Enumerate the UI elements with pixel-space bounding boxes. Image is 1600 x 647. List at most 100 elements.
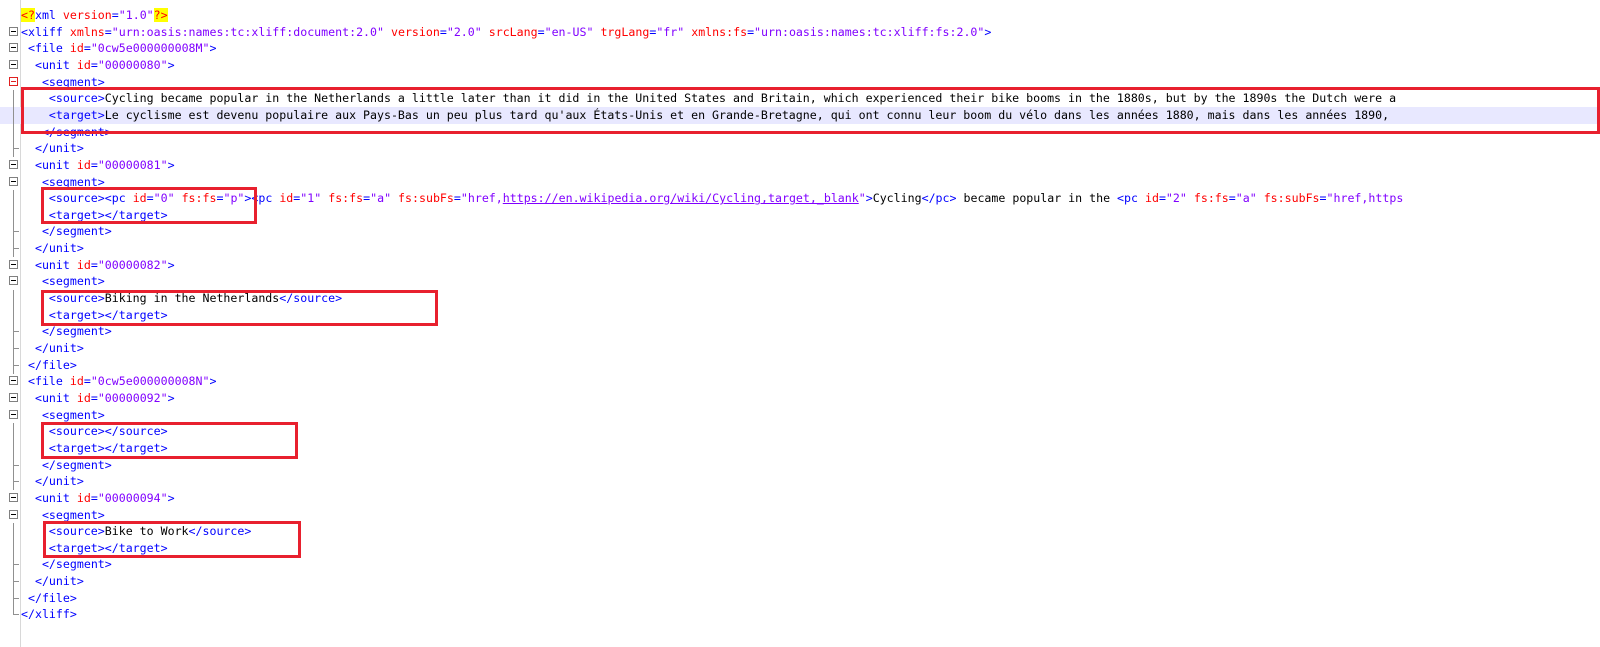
code-line[interactable]: <source>Biking in the Netherlands</sourc…	[0, 290, 1600, 308]
code-line[interactable]: </segment>	[0, 323, 1600, 341]
code-line[interactable]: <xliff xmlns="urn:oasis:names:tc:xliff:d…	[0, 24, 1600, 41]
fold-toggle-icon[interactable]	[9, 492, 18, 502]
fold-end-mark	[13, 348, 19, 349]
token: "00000082"	[97, 257, 168, 272]
code-line[interactable]: <target></target>	[0, 306, 1600, 324]
token: id	[132, 191, 147, 206]
token: "href,https	[1326, 191, 1404, 206]
code-line[interactable]: <?xml version="1.0"?>	[0, 7, 1600, 24]
token: >	[209, 41, 217, 56]
token: <target></target>	[48, 440, 168, 455]
code-line[interactable]: <unit id="00000092">	[0, 390, 1600, 407]
code-line[interactable]: <file id="0cw5e000000008N">	[0, 373, 1600, 390]
fold-toggle-icon[interactable]	[9, 26, 18, 36]
token: xml	[34, 8, 63, 22]
token: https://en.wikipedia.org/wiki/Cycling,ta…	[502, 191, 859, 206]
code-line[interactable]: <target>Le cyclisme est devenu populaire…	[0, 106, 1600, 124]
fold-toggle-icon[interactable]	[9, 259, 18, 269]
fold-toggle-icon[interactable]	[9, 176, 18, 186]
fold-toggle-icon[interactable]	[9, 76, 18, 86]
fold-toggle-icon[interactable]	[9, 59, 18, 69]
code-line[interactable]: <unit id="00000081">	[0, 157, 1600, 174]
code-line[interactable]: </segment>	[0, 556, 1600, 574]
code-line[interactable]: <source>Cycling became popular in the Ne…	[0, 90, 1600, 108]
token: Cycling became popular in the Netherland…	[104, 91, 1397, 106]
code-line[interactable]: </segment>	[0, 456, 1600, 474]
code-line[interactable]: <segment>	[0, 273, 1600, 290]
token: <source><pc	[48, 191, 133, 206]
code-text: <file id="0cw5e000000008M">	[21, 40, 217, 57]
token: "en-US"	[544, 24, 594, 39]
fold-toggle-icon[interactable]	[9, 509, 18, 519]
token: fs:fs	[181, 191, 217, 206]
token: Cycling	[872, 191, 922, 206]
code-line[interactable]: <segment>	[0, 507, 1600, 524]
code-text: <?xml version="1.0"?>	[21, 7, 168, 24]
xml-editor[interactable]: <?xml version="1.0"?> <xliff xmlns="urn:o…	[0, 0, 1600, 647]
fold-toggle-icon[interactable]	[9, 43, 18, 53]
fold-toggle-icon[interactable]	[9, 376, 18, 386]
token: =	[90, 390, 98, 405]
code-line[interactable]: </unit>	[0, 473, 1600, 491]
token: </xliff>	[21, 607, 77, 622]
code-line[interactable]: </unit>	[0, 140, 1600, 158]
code-text: </segment>	[21, 223, 112, 240]
code-line[interactable]: <segment>	[0, 74, 1600, 91]
code-line[interactable]: </unit>	[0, 340, 1600, 357]
token: <file	[27, 41, 70, 56]
code-text: </unit>	[21, 140, 84, 157]
fold-toggle-icon[interactable]	[9, 159, 18, 169]
code-line[interactable]: <source><pc id="0" fs:fs="p"><pc id="1" …	[0, 190, 1600, 208]
code-text: <segment>	[21, 74, 105, 91]
token: fs:fs	[328, 191, 364, 206]
token: "00000081"	[97, 157, 168, 172]
token: "	[858, 191, 866, 206]
token: ><pc	[244, 191, 280, 206]
code-line[interactable]: <file id="0cw5e000000008M">	[0, 40, 1600, 57]
token: </pc>	[921, 191, 957, 206]
token: =	[453, 191, 461, 206]
code-text: </file>	[21, 590, 77, 607]
token: "a"	[370, 191, 392, 206]
token: =	[111, 8, 119, 22]
token: </segment>	[41, 224, 112, 239]
fold-toggle-icon[interactable]	[9, 409, 18, 419]
code-line[interactable]: <segment>	[0, 407, 1600, 424]
code-line[interactable]: </segment>	[0, 123, 1600, 141]
token: <file	[27, 374, 70, 389]
code-text: <target></target>	[21, 440, 168, 457]
code-text: </unit>	[21, 573, 84, 590]
fold-toggle-icon[interactable]	[9, 392, 18, 402]
token: "1"	[300, 191, 322, 206]
code-line[interactable]: <target></target>	[0, 206, 1600, 224]
code-line[interactable]: </segment>	[0, 223, 1600, 241]
token: >	[984, 24, 992, 39]
token: "href,	[460, 191, 503, 206]
code-line[interactable]: </xliff>	[0, 606, 1600, 623]
token: <unit	[34, 490, 77, 505]
token: <target></target>	[48, 540, 168, 555]
code-line[interactable]: </file>	[0, 356, 1600, 374]
code-line[interactable]: </unit>	[0, 240, 1600, 258]
code-line[interactable]: <source></source>	[0, 423, 1600, 441]
code-line[interactable]: <target></target>	[0, 439, 1600, 457]
code-line[interactable]: <unit id="00000080">	[0, 57, 1600, 74]
fold-toggle-icon[interactable]	[9, 276, 18, 286]
token: </segment>	[41, 457, 112, 472]
token: "1.0"	[118, 8, 154, 22]
code-line[interactable]: </unit>	[0, 573, 1600, 591]
token: </unit>	[34, 341, 84, 355]
token: =	[439, 24, 447, 39]
token: id	[76, 390, 91, 405]
code-line[interactable]: </file>	[0, 589, 1600, 607]
code-line[interactable]: <segment>	[0, 174, 1600, 191]
code-line[interactable]: <unit id="00000082">	[0, 257, 1600, 274]
code-line[interactable]: <source>Bike to Work</source>	[0, 523, 1600, 541]
code-line[interactable]: <target></target>	[0, 539, 1600, 557]
code-line[interactable]: <unit id="00000094">	[0, 490, 1600, 507]
token: <unit	[34, 390, 77, 405]
token: "0cw5e000000008M"	[90, 41, 210, 56]
token: </segment>	[41, 324, 112, 339]
token: trgLang	[600, 24, 650, 39]
token: "urn:oasis:names:tc:xliff:document:2.0"	[111, 24, 384, 39]
